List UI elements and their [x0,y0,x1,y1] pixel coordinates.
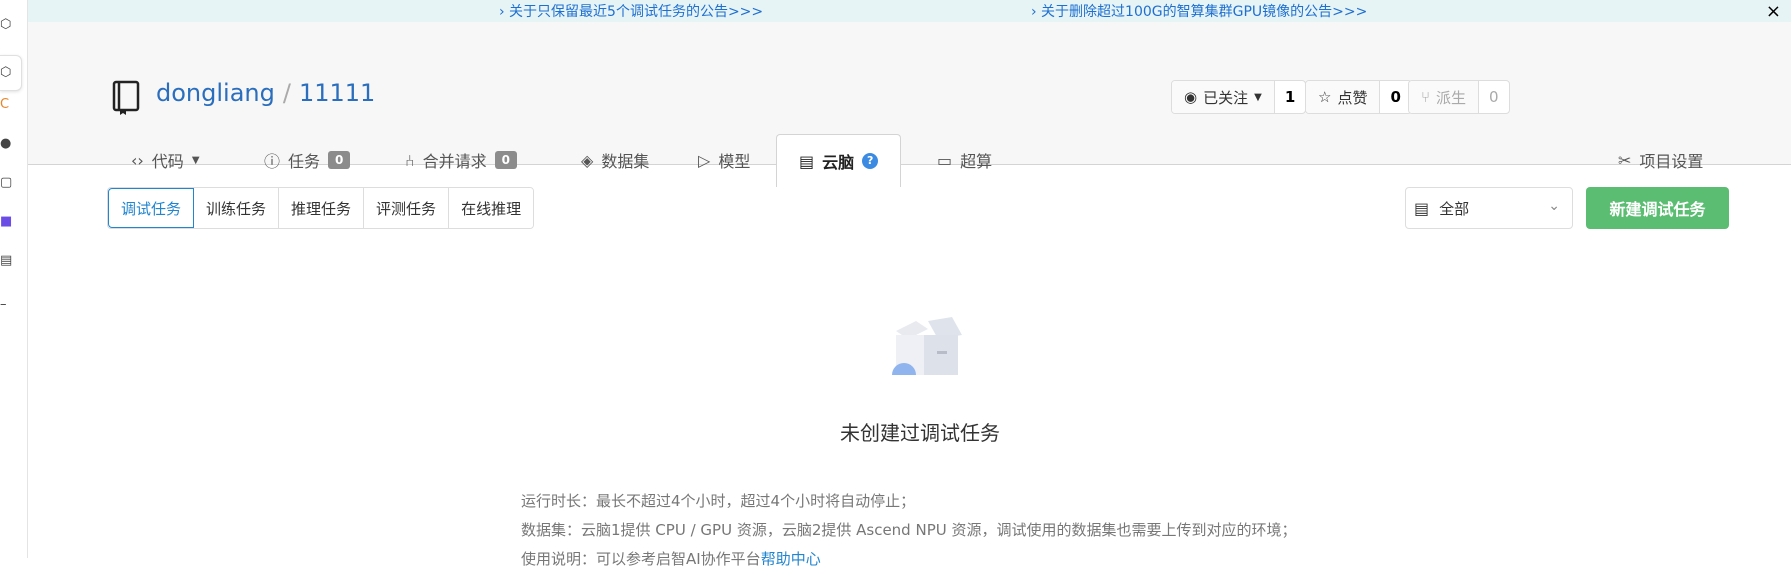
rail-active-item[interactable]: ⬡ [0,55,22,91]
repo-owner-link[interactable]: dongliang [156,79,275,107]
github-icon[interactable]: ● [0,137,14,151]
server-icon: ▤ [1414,198,1430,218]
subtab-train[interactable]: 训练任务 [194,188,280,228]
filter-value: 全部 [1439,199,1470,218]
empty-state-description: 运行时长：最长不超过4个小时，超过4个小时将自动停止； 数据集：云脑1提供 CP… [521,487,1297,574]
page: › 关于只保留最近5个调试任务的公告>>> › 关于删除超过100G的智算集群G… [28,0,1791,568]
fork-button-group: ⑂ 派生 0 [1408,80,1510,114]
notice-bar: › 关于只保留最近5个调试任务的公告>>> › 关于删除超过100G的智算集群G… [28,0,1791,22]
notice-link-right[interactable]: › 关于删除超过100G的智算集群GPU镜像的公告>>> [1031,1,1367,21]
new-debug-task-button[interactable]: 新建调试任务 [1586,187,1729,229]
copilot-icon[interactable]: C [0,98,14,112]
eye-icon: ◉ [1184,88,1198,106]
subtab-online-inference[interactable]: 在线推理 [449,188,534,228]
desc-line-dataset: 数据集：云脑1提供 CPU / GPU 资源，云脑2提供 Ascend NPU … [521,521,1297,539]
fork-label: 派生 [1436,88,1467,107]
caret-down-icon: ▼ [191,154,200,166]
repo-separator: / [282,79,291,107]
repo-name-link[interactable]: 11111 [299,79,375,107]
extension-icon[interactable]: ⬡ [0,18,14,32]
fork-count[interactable]: 0 [1479,81,1509,113]
subtab-debug[interactable]: 调试任务 [108,188,195,228]
subtab-inference[interactable]: 推理任务 [279,188,365,228]
empty-box-icon [892,317,962,375]
empty-state-title: 未创建过调试任务 [840,421,1000,445]
filter-dropdown[interactable]: ▤ 全部 ⌄ [1405,187,1573,229]
fork-button[interactable]: ⑂ 派生 [1409,81,1480,113]
cloudbrain-content: 调试任务 训练任务 推理任务 评测任务 在线推理 ▤ 全部 ⌄ 新建调试任务 未… [28,165,1791,568]
repo-book-icon [112,80,140,115]
close-icon[interactable]: × [1766,1,1781,22]
help-center-link[interactable]: 帮助中心 [761,550,821,568]
repo-title: dongliang/ 11111 [156,79,375,107]
watch-button[interactable]: ◉ 已关注 ▼ [1172,81,1275,113]
notice-link-left[interactable]: › 关于只保留最近5个调试任务的公告>>> [499,1,763,21]
fork-icon: ⑂ [1421,88,1431,106]
bag-icon[interactable]: ▢ [0,176,14,190]
watch-count[interactable]: 1 [1275,81,1305,113]
extension-active-icon: ⬡ [0,65,12,80]
repo-header: dongliang/ 11111 ◉ 已关注 ▼ 1 ☆ 点赞 0 ⑂ 派生 0 [28,22,1791,187]
desc-line-usage: 使用说明：可以参考启智AI协作平台帮助中心 [521,545,1297,574]
subtab-evaluate[interactable]: 评测任务 [364,188,450,228]
star-label: 点赞 [1337,88,1368,107]
desc-usage-text: 使用说明：可以参考启智AI协作平台 [521,550,761,568]
star-count[interactable]: 0 [1380,81,1410,113]
star-icon: ☆ [1318,88,1332,106]
caret-down-icon: ▼ [1254,91,1262,103]
task-type-tabs: 调试任务 训练任务 推理任务 评测任务 在线推理 [107,187,535,229]
star-button-group: ☆ 点赞 0 [1305,80,1412,114]
watch-label: 已关注 [1203,88,1249,107]
left-sidebar-rail: ⬡ ⬡ C ● ▢ ■ ▤ – [0,0,28,558]
star-button[interactable]: ☆ 点赞 [1306,81,1381,113]
watch-button-group: ◉ 已关注 ▼ 1 [1171,80,1307,114]
chevron-down-icon: ⌄ [1548,198,1560,214]
minus-icon[interactable]: – [0,298,14,312]
desc-line-runtime: 运行时长：最长不超过4个小时，超过4个小时将自动停止； [521,492,916,510]
calendar-icon[interactable]: ▤ [0,254,14,268]
code-extension-icon[interactable]: ■ [0,215,14,229]
